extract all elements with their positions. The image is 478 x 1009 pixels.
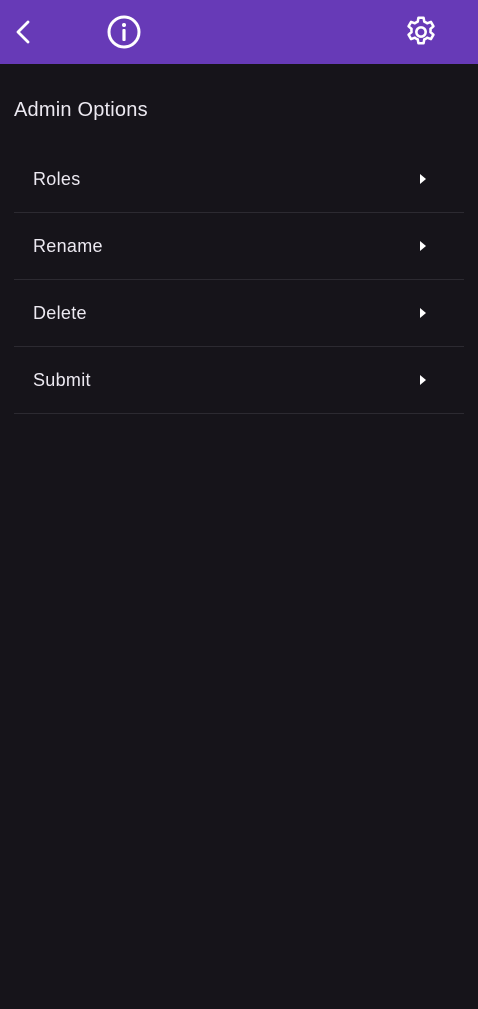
gear-icon bbox=[407, 16, 435, 45]
app-bar bbox=[0, 0, 478, 64]
settings-button[interactable] bbox=[398, 9, 444, 55]
menu-item-label: Roles bbox=[33, 169, 81, 189]
caret-right-icon bbox=[420, 174, 426, 184]
back-button[interactable] bbox=[6, 12, 42, 52]
chevron-left-icon bbox=[16, 20, 30, 44]
info-circle-icon bbox=[107, 15, 141, 49]
caret-right-icon bbox=[420, 241, 426, 251]
section-title: Admin Options bbox=[14, 99, 148, 121]
main-content: Admin Options Roles Rename Delete Submit bbox=[0, 64, 478, 1009]
caret-right-icon bbox=[420, 375, 426, 385]
menu-item-rename[interactable]: Rename bbox=[14, 213, 464, 280]
caret-right-icon bbox=[420, 308, 426, 318]
menu-item-roles[interactable]: Roles bbox=[14, 146, 464, 213]
menu-item-label: Delete bbox=[33, 303, 87, 323]
info-button[interactable] bbox=[102, 10, 146, 54]
admin-options-list: Roles Rename Delete Submit bbox=[14, 146, 464, 414]
menu-item-label: Rename bbox=[33, 236, 103, 256]
menu-item-label: Submit bbox=[33, 370, 91, 390]
menu-item-delete[interactable]: Delete bbox=[14, 280, 464, 347]
menu-item-submit[interactable]: Submit bbox=[14, 347, 464, 414]
